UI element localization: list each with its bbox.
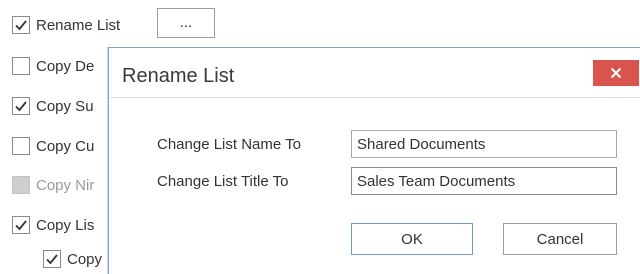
checkmark-icon (46, 254, 58, 265)
rename-list-checkbox[interactable] (12, 16, 30, 34)
option-rename-list[interactable]: Rename List (12, 12, 120, 38)
list-name-input[interactable] (351, 130, 617, 158)
copy-lis-checkbox[interactable] (12, 216, 30, 234)
option-label: Copy (67, 250, 103, 268)
option-label: Copy Cu (36, 137, 95, 155)
option-label: Copy De (36, 57, 95, 75)
ok-button[interactable]: OK (351, 223, 473, 255)
option-copy-nir: Copy Nir (12, 172, 94, 198)
option-label: Copy Su (36, 97, 94, 115)
checkmark-icon (15, 20, 27, 31)
option-copy-sub[interactable]: Copy (43, 246, 102, 272)
option-label: Rename List (36, 16, 121, 34)
list-name-label: Change List Name To (157, 136, 301, 153)
cancel-button[interactable]: Cancel (503, 223, 617, 255)
close-icon (610, 67, 622, 79)
rename-list-dialog: Rename List Change List Name To Change L… (108, 47, 640, 274)
option-label: Copy Nir (36, 176, 95, 194)
copy-sub-checkbox[interactable] (43, 250, 61, 268)
dialog-title: Rename List (122, 65, 235, 87)
checkmark-icon (15, 220, 27, 231)
copy-nir-checkbox (12, 176, 30, 194)
list-title-label: Change List Title To (157, 173, 289, 190)
option-label: Copy Lis (36, 216, 95, 234)
copy-de-checkbox[interactable] (12, 57, 30, 75)
list-title-input[interactable] (351, 167, 617, 195)
option-copy-de[interactable]: Copy De (12, 53, 94, 79)
rename-options-button[interactable]: ... (157, 8, 215, 38)
copy-su-checkbox[interactable] (12, 97, 30, 115)
option-copy-lis[interactable]: Copy Lis (12, 212, 94, 238)
option-copy-cu[interactable]: Copy Cu (12, 133, 94, 159)
option-copy-su[interactable]: Copy Su (12, 93, 94, 119)
copy-cu-checkbox[interactable] (12, 137, 30, 155)
app-window: Rename List ... Copy De Copy Su Copy Cu … (0, 0, 640, 274)
dialog-divider (109, 97, 640, 98)
dialog-close-button[interactable] (593, 60, 639, 86)
checkmark-icon (15, 101, 27, 112)
